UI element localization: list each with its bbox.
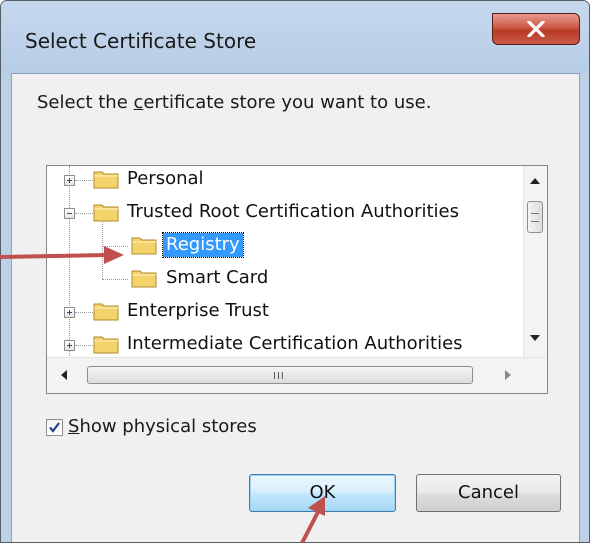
tree-item-personal[interactable]: Personal bbox=[47, 166, 522, 196]
ok-button[interactable]: OK bbox=[249, 474, 396, 512]
tree-expander-icon[interactable] bbox=[64, 340, 75, 351]
dialog-client-area: Select the certificate store you want to… bbox=[11, 73, 580, 542]
scroll-grip: III bbox=[273, 371, 285, 382]
show-physical-stores-checkbox[interactable] bbox=[46, 419, 63, 436]
dialog-prompt: Select the certificate store you want to… bbox=[37, 92, 432, 113]
tree-item-label: Registry bbox=[162, 232, 244, 258]
tree-expander-icon[interactable] bbox=[64, 175, 75, 186]
window-title: Select Certificate Store bbox=[25, 29, 257, 53]
tree-item-label: Personal bbox=[127, 168, 204, 189]
scroll-left-icon[interactable] bbox=[61, 370, 67, 380]
cancel-button[interactable]: Cancel bbox=[416, 474, 561, 512]
folder-icon bbox=[93, 204, 119, 222]
certificate-store-tree[interactable]: Personal Trusted Root Certification Auth… bbox=[46, 165, 548, 394]
tree-item-label: Smart Card bbox=[166, 267, 269, 288]
folder-icon bbox=[93, 303, 119, 321]
tree-item-registry[interactable]: Registry bbox=[47, 232, 522, 262]
folder-icon bbox=[93, 171, 119, 189]
folder-icon bbox=[131, 270, 157, 288]
horizontal-scrollbar[interactable]: III bbox=[47, 357, 547, 393]
tree-content: Personal Trusted Root Certification Auth… bbox=[47, 166, 522, 356]
tree-item-label: Trusted Root Certification Authorities bbox=[127, 201, 459, 222]
close-button[interactable] bbox=[492, 13, 580, 45]
folder-icon bbox=[93, 336, 119, 354]
show-physical-stores-label: Show physical stores bbox=[68, 416, 257, 437]
tree-item-enterprise-trust[interactable]: Enterprise Trust bbox=[47, 298, 522, 328]
tree-item-smart-card[interactable]: Smart Card bbox=[47, 265, 522, 295]
tree-item-label: Intermediate Certification Authorities bbox=[127, 333, 463, 354]
tree-expander-icon[interactable] bbox=[64, 307, 75, 318]
dialog-window: Select Certificate Store Select the cert… bbox=[0, 0, 590, 543]
tree-expander-icon[interactable] bbox=[64, 208, 75, 219]
title-bar[interactable]: Select Certificate Store bbox=[1, 1, 589, 73]
scroll-up-icon[interactable] bbox=[530, 178, 540, 184]
scroll-down-icon[interactable] bbox=[530, 335, 540, 341]
close-icon bbox=[527, 21, 545, 37]
tree-item-label: Enterprise Trust bbox=[127, 300, 269, 321]
scroll-right-icon[interactable] bbox=[505, 370, 511, 380]
vertical-scrollbar[interactable] bbox=[523, 166, 547, 358]
checkmark-icon bbox=[49, 422, 60, 433]
tree-item-intermediate[interactable]: Intermediate Certification Authorities bbox=[47, 331, 522, 356]
vertical-scroll-thumb[interactable] bbox=[527, 201, 543, 233]
folder-icon bbox=[131, 237, 157, 255]
horizontal-scroll-thumb[interactable]: III bbox=[87, 366, 473, 384]
tree-item-trusted-root[interactable]: Trusted Root Certification Authorities bbox=[47, 199, 522, 229]
